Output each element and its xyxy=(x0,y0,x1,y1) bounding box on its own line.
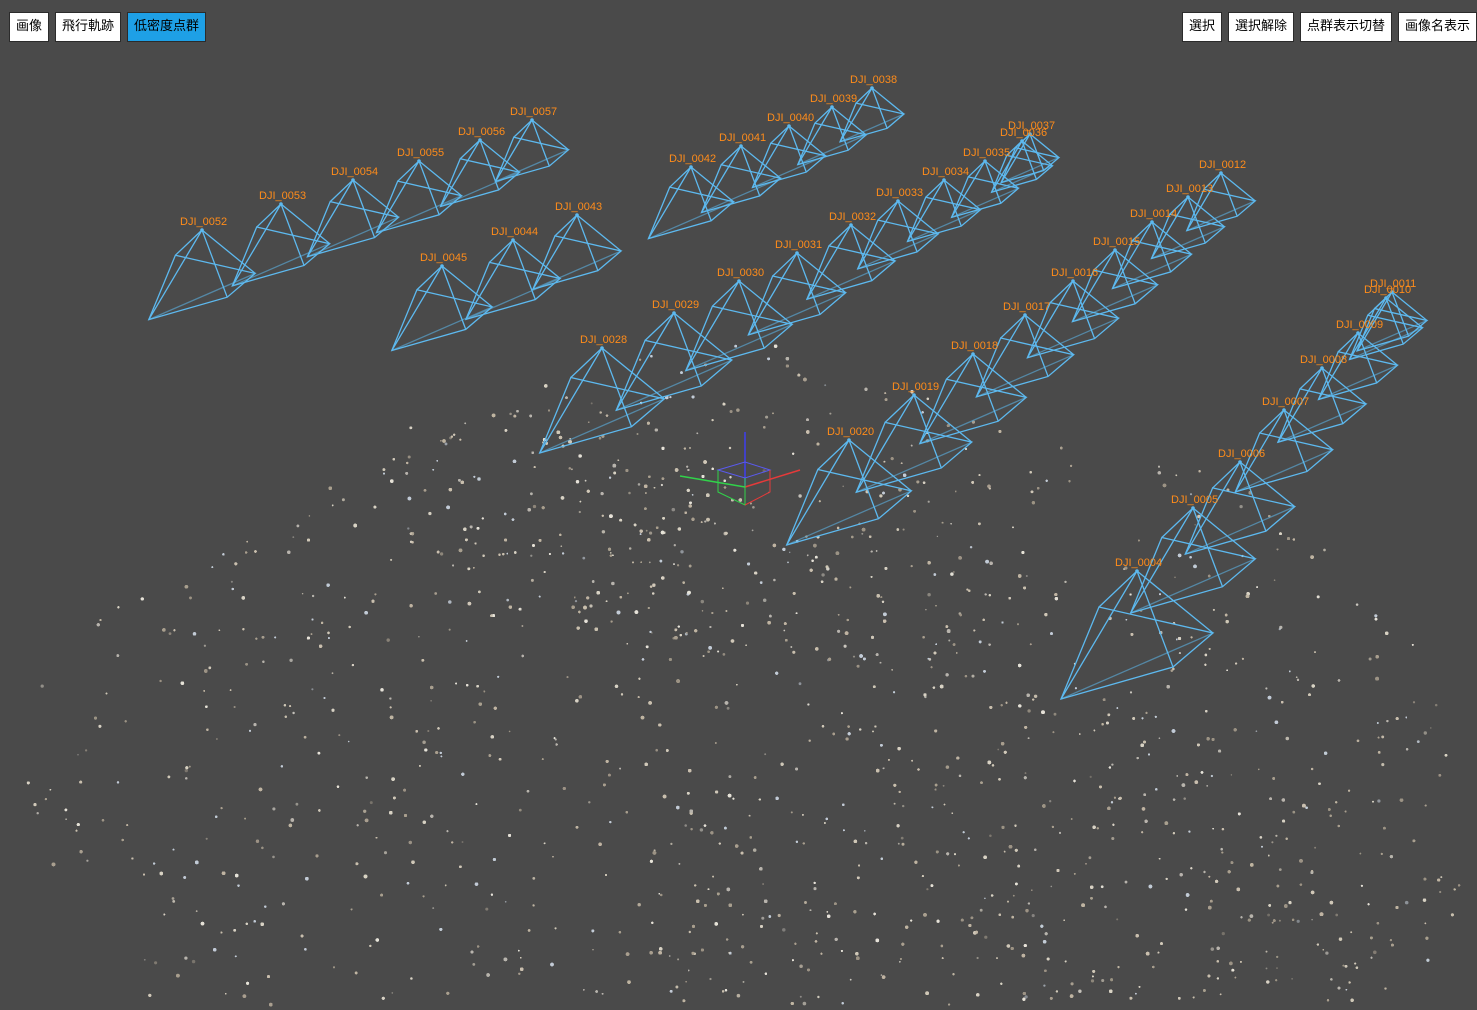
camera-name-label: DJI_0020 xyxy=(827,426,874,438)
camera-name-label: DJI_0039 xyxy=(810,93,857,105)
camera-name-label: DJI_0038 xyxy=(850,74,897,86)
camera-name-label: DJI_0006 xyxy=(1218,448,1265,460)
camera-name-label: DJI_0008 xyxy=(1300,354,1347,366)
show-image-names-button[interactable]: 画像名表示 xyxy=(1397,12,1477,42)
camera-name-label: DJI_0017 xyxy=(1003,301,1050,313)
camera-name-label: DJI_0014 xyxy=(1130,208,1177,220)
camera-name-label: DJI_0042 xyxy=(669,153,716,165)
low-density-cloud-button[interactable]: 低密度点群 xyxy=(127,12,207,42)
camera-name-label: DJI_0007 xyxy=(1262,396,1309,408)
flight-path-button[interactable]: 飛行軌跡 xyxy=(55,12,122,42)
select-button[interactable]: 選択 xyxy=(1181,12,1222,42)
camera-name-label: DJI_0054 xyxy=(331,166,378,178)
camera-name-label: DJI_0056 xyxy=(458,126,505,138)
camera-name-label: DJI_0040 xyxy=(767,112,814,124)
toolbar-right: 選択 選択解除 点群表示切替 画像名表示 xyxy=(1181,12,1477,42)
scene-canvas[interactable]: DJI_0037DJI_0036DJI_0038DJI_0035DJI_0012… xyxy=(0,0,1477,1010)
camera-name-label: DJI_0032 xyxy=(829,211,876,223)
camera-name-label: DJI_0031 xyxy=(775,239,822,251)
camera-name-label: DJI_0019 xyxy=(892,381,939,393)
camera-name-label: DJI_0010 xyxy=(1364,284,1411,296)
camera-name-label: DJI_0004 xyxy=(1115,557,1162,569)
camera-name-label: DJI_0041 xyxy=(719,132,766,144)
camera-name-label: DJI_0005 xyxy=(1171,494,1218,506)
camera-name-label: DJI_0016 xyxy=(1051,267,1098,279)
camera-name-label: DJI_0043 xyxy=(555,201,602,213)
camera-name-label: DJI_0009 xyxy=(1336,319,1383,331)
deselect-button[interactable]: 選択解除 xyxy=(1227,12,1294,42)
camera-name-label: DJI_0030 xyxy=(717,267,764,279)
camera-name-label: DJI_0053 xyxy=(259,190,306,202)
camera-name-label: DJI_0033 xyxy=(876,187,923,199)
camera-name-label: DJI_0015 xyxy=(1093,236,1140,248)
camera-name-label: DJI_0028 xyxy=(580,334,627,346)
camera-name-label: DJI_0044 xyxy=(491,226,538,238)
camera-name-label: DJI_0034 xyxy=(922,166,969,178)
camera-name-label: DJI_0013 xyxy=(1166,183,1213,195)
camera-name-label: DJI_0012 xyxy=(1199,159,1246,171)
camera-name-label: DJI_0055 xyxy=(397,147,444,159)
camera-name-label: DJI_0029 xyxy=(652,299,699,311)
camera-name-label: DJI_0052 xyxy=(180,216,227,228)
image-button[interactable]: 画像 xyxy=(9,12,50,42)
camera-name-label: DJI_0036 xyxy=(1000,127,1047,139)
camera-name-label: DJI_0057 xyxy=(510,106,557,118)
toggle-point-cloud-button[interactable]: 点群表示切替 xyxy=(1299,12,1392,42)
camera-name-label: DJI_0045 xyxy=(420,252,467,264)
toolbar-left: 画像 飛行軌跡 低密度点群 xyxy=(9,12,207,42)
camera-name-label: DJI_0035 xyxy=(963,147,1010,159)
camera-name-label: DJI_0018 xyxy=(951,340,998,352)
point-cloud-viewport[interactable]: DJI_0037 DJI_0036 DJI_0038 DJI_0035 DJI_0012… xyxy=(0,0,1477,1010)
